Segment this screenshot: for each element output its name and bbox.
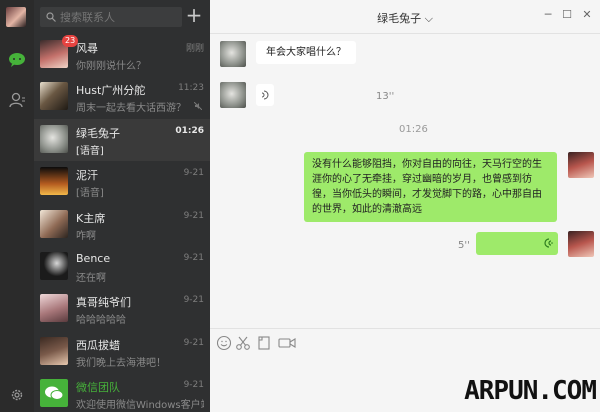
my-avatar[interactable] (568, 231, 594, 257)
chat-pane: 绿毛兔子 ⌵ ─ ☐ ✕ 年会大家唱什么？ 13'' 01:26 没有什么能够阻… (210, 0, 600, 412)
voice-message-bubble[interactable] (256, 84, 274, 106)
avatar (40, 124, 68, 153)
file-icon[interactable] (256, 335, 272, 351)
input-toolbar (210, 328, 600, 356)
voice-wave-icon (261, 90, 269, 100)
avatar (40, 336, 68, 365)
conversation-name: Hust广州分舵 (76, 84, 146, 98)
conversation-name: K主席 (76, 211, 106, 225)
conversation-item[interactable]: 真哥纯爷们 哈哈哈哈哈 9-21 (34, 288, 210, 330)
conversation-name: Bence (76, 251, 111, 265)
nav-rail (0, 0, 34, 412)
avatar (40, 251, 68, 280)
voice-message-bubble-outgoing[interactable] (476, 232, 558, 255)
search-input[interactable] (60, 10, 172, 24)
emoji-icon[interactable] (216, 335, 232, 351)
conversation-preview: 你刚刚说什么？ (76, 61, 146, 72)
avatar (40, 294, 68, 323)
add-button[interactable]: + (184, 5, 204, 26)
conversation-preview: [语音] (76, 188, 104, 200)
voice-duration: 13'' (376, 91, 395, 102)
conversation-preview: 我们晚上去海港吧！ (76, 357, 166, 369)
contact-avatar[interactable] (220, 41, 246, 67)
search-bar: + (34, 0, 210, 34)
conversation-list: + 23 风尋 你刚刚说什么？ 刚刚 Hust广州分舵 周末一起去看大话西游？ … (34, 0, 210, 412)
conversation-item-selected[interactable]: 绿毛兔子 [语音] 01:26 (34, 118, 210, 162)
avatar (40, 82, 68, 111)
conversation-item[interactable]: 微信团队 欢迎使用微信Windows客户端 9-21 (34, 373, 210, 412)
scissors-icon[interactable] (235, 335, 251, 351)
voice-wave-icon (544, 238, 553, 248)
search-box[interactable] (40, 7, 182, 27)
mute-icon (194, 102, 202, 111)
conversation-name: 泥汗 (76, 169, 98, 183)
contacts-icon[interactable] (7, 90, 27, 110)
conversation-preview: 周末一起去看大话西游？ (76, 103, 186, 115)
conversation-name: 微信团队 (76, 381, 120, 395)
maximize-button[interactable]: ☐ (560, 8, 574, 22)
conversation-time: 9-21 (183, 168, 204, 179)
conversation-time: 9-21 (183, 210, 204, 221)
avatar (40, 209, 68, 238)
conversation-time: 刚刚 (185, 44, 204, 54)
message-timestamp: 01:26 (399, 124, 428, 135)
minimize-button[interactable]: ─ (541, 8, 555, 22)
chat-icon[interactable] (7, 50, 27, 70)
message-bubble-outgoing[interactable]: 没有什么能够阻挡，你对自由的向往，天马行空的生涯你的心了无牵挂，穿过幽暗的岁月，… (304, 152, 557, 222)
close-button[interactable]: ✕ (580, 8, 594, 22)
conversation-time: 01:26 (175, 125, 204, 136)
conversation-preview: 欢迎使用微信Windows客户端 (76, 400, 204, 412)
wechat-logo-icon (45, 386, 64, 401)
conversation-time: 9-21 (183, 295, 204, 306)
conversation-time: 9-21 (183, 337, 204, 348)
conversation-item[interactable]: 泥汗 [语音] 9-21 (34, 161, 210, 203)
my-avatar[interactable] (568, 152, 594, 178)
conversation-item[interactable]: K主席 咋啊 9-21 (34, 204, 210, 246)
conversation-name: 西瓜拔蜡 (76, 338, 120, 352)
avatar (40, 167, 68, 196)
voice-duration: 5'' (458, 240, 470, 251)
watermark-logo: ARPUN.COM (464, 376, 597, 406)
conversation-preview: 咋啊 (76, 230, 96, 242)
conversation-name: 真哥纯爷们 (76, 296, 131, 310)
chat-header: 绿毛兔子 ⌵ ─ ☐ ✕ (210, 0, 600, 34)
contact-avatar[interactable] (220, 82, 246, 108)
avatar (40, 379, 68, 408)
video-call-icon[interactable] (278, 335, 296, 351)
search-icon (46, 12, 56, 22)
settings-gear-icon[interactable] (7, 385, 27, 405)
conversation-time: 11:23 (178, 83, 204, 94)
conversation-name: 风尋 (76, 42, 98, 55)
my-avatar[interactable] (6, 7, 26, 27)
conversation-item[interactable]: Bence 还在啊 9-21 (34, 246, 210, 288)
conversation-item[interactable]: 西瓜拔蜡 我们晚上去海港吧！ 9-21 (34, 331, 210, 373)
conversation-name: 绿毛兔子 (76, 126, 120, 140)
conversation-item[interactable]: 23 风尋 你刚刚说什么？ 刚刚 (34, 34, 210, 76)
message-bubble[interactable]: 年会大家唱什么？ (256, 41, 356, 64)
conversation-time: 9-21 (183, 380, 204, 391)
conversation-preview: 哈哈哈哈哈 (76, 315, 126, 327)
conversation-time: 9-21 (183, 252, 204, 263)
conversation-preview: 还在啊 (76, 272, 106, 284)
conversation-preview: [语音] (76, 145, 104, 157)
conversation-item[interactable]: Hust广州分舵 周末一起去看大话西游？ 11:23 (34, 76, 210, 118)
